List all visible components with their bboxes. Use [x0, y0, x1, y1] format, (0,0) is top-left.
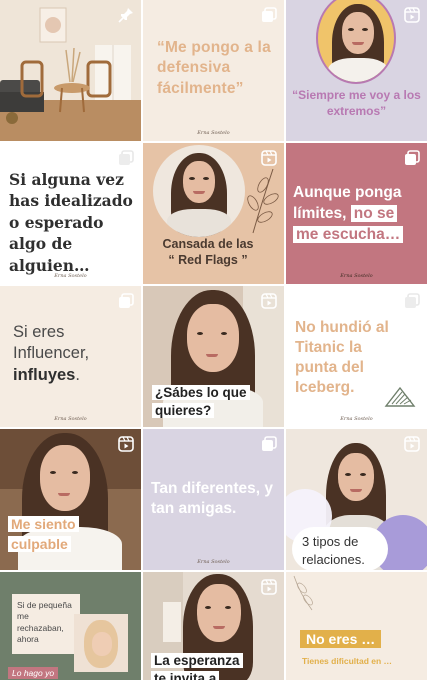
carousel-icon: [117, 149, 135, 167]
post-text-bold: influyes: [13, 365, 76, 384]
post-text-end: .: [75, 365, 80, 384]
post-living-room[interactable]: [0, 0, 141, 141]
reel-caption-bubble: 3 tipos de relaciones.: [292, 527, 388, 570]
signature-logo: Erna Sostelo: [197, 130, 230, 136]
signature-logo: Erna Sostelo: [54, 416, 87, 422]
post-extremos-reel[interactable]: “Siempre me voy a los extremos”: [286, 0, 427, 141]
reel-caption-line1: ¿Sábes lo que: [152, 385, 250, 400]
reels-icon: [403, 435, 421, 453]
signature-logo: Erna Sostelo: [340, 416, 373, 422]
reel-title-line1: Cansada de las: [162, 237, 254, 251]
reel-caption: “Siempre me voy a los extremos”: [292, 88, 421, 118]
post-rechazaban[interactable]: Si de pequeña me rechazaban, ahora Lo ha…: [0, 572, 141, 680]
iceberg-icon: [384, 386, 416, 407]
card-text: Si de pequeña me rechazaban, ahora: [17, 600, 72, 645]
reels-icon: [403, 6, 421, 24]
footer-label: Lo hago yo: [8, 667, 59, 679]
reel-caption-box: La esperanza te invita a: [151, 652, 243, 680]
reel-caption-line2: te invita a: [151, 671, 220, 680]
post-subtitle: Tienes dificultad en …: [302, 656, 393, 666]
post-text: Tan diferentes, y tan amigas.: [151, 480, 274, 518]
reel-caption-line1: 3 tipos de: [302, 534, 359, 549]
quote-text: “Me pongo a la defensiva fácilmente”: [157, 39, 271, 97]
reel-caption-box: ¿Sábes lo que quieres?: [152, 384, 250, 420]
post-no-eres[interactable]: No eres … Tienes dificultad en …: [286, 572, 427, 680]
carousel-icon: [403, 149, 421, 167]
post-limites[interactable]: Aunque ponga límites, no se me escucha… …: [286, 143, 427, 284]
post-text-plain: Si eres Influencer,: [13, 323, 90, 363]
reel-caption-line1: Me siento: [8, 516, 79, 532]
post-tan-diferentes[interactable]: Tan diferentes, y tan amigas. Erna Soste…: [143, 429, 284, 570]
post-text-block: Si eres Influencer, influyes.: [13, 322, 131, 386]
child-photo: [74, 614, 128, 672]
post-idealizado[interactable]: Si alguna vez has idealizado o esperado …: [0, 143, 141, 284]
reel-caption-line2: culpable: [8, 535, 71, 552]
reel-title-line2: “ Red Flags ”: [168, 253, 248, 267]
text-card: Si de pequeña me rechazaban, ahora: [12, 594, 80, 654]
post-red-flags-reel[interactable]: Cansada de las “ Red Flags ”: [143, 143, 284, 284]
carousel-icon: [403, 292, 421, 310]
reels-icon: [260, 292, 278, 310]
pin-icon: [117, 6, 135, 24]
leaf-decoration-icon: [293, 575, 313, 611]
post-title: No eres …: [300, 630, 382, 648]
reels-icon: [260, 578, 278, 596]
post-text-highlight: no se: [350, 204, 398, 222]
reels-icon: [117, 435, 135, 453]
carousel-icon: [260, 6, 278, 24]
reel-caption-box: Me siento culpable: [8, 515, 79, 555]
leaf-decoration-icon: [247, 168, 279, 234]
reel-caption-line2: quieres?: [152, 403, 215, 419]
portrait-oval: [316, 0, 396, 84]
reel-caption-line2: relaciones.: [302, 552, 365, 568]
signature-logo: Erna Sostelo: [340, 273, 373, 279]
post-text: Si alguna vez has idealizado o esperado …: [9, 170, 133, 275]
reel-caption-line1: La esperanza: [151, 653, 243, 668]
portrait-circle: [153, 145, 245, 237]
profile-post-grid: “Me pongo a la defensiva fácilmente” Ern…: [0, 0, 427, 680]
post-sabes-reel[interactable]: ¿Sábes lo que quieres?: [143, 286, 284, 427]
post-3-tipos-reel[interactable]: 3 tipos de relaciones.: [286, 429, 427, 570]
post-esperanza-reel[interactable]: La esperanza te invita a: [143, 572, 284, 680]
carousel-icon: [260, 435, 278, 453]
post-text-block: Aunque ponga límites, no se me escucha…: [293, 183, 423, 246]
post-influencer[interactable]: Si eres Influencer, influyes. Erna Soste…: [0, 286, 141, 427]
signature-logo: Erna Sostelo: [54, 273, 87, 279]
reels-icon: [260, 149, 278, 167]
post-culpable-reel[interactable]: Me siento culpable: [0, 429, 141, 570]
signature-logo: Erna Sostelo: [197, 559, 230, 565]
post-defensiva-quote[interactable]: “Me pongo a la defensiva fácilmente” Ern…: [143, 0, 284, 141]
post-text-highlight: me escucha…: [293, 225, 404, 243]
post-titanic[interactable]: No hundió al Titanic la punta del Iceber…: [286, 286, 427, 427]
carousel-icon: [117, 292, 135, 310]
